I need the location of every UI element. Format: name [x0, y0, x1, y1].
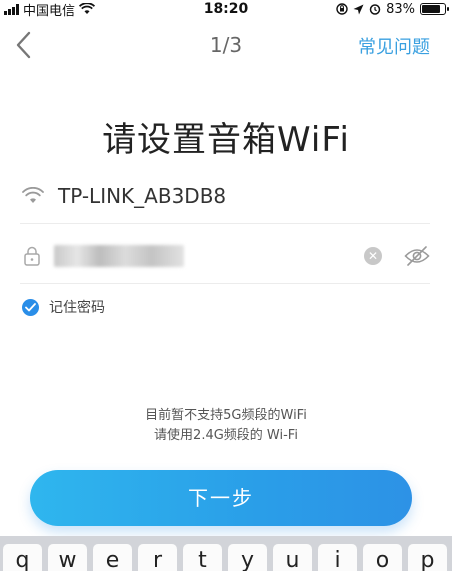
status-right: 83% — [336, 0, 449, 18]
faq-link[interactable]: 常见问题 — [358, 33, 430, 59]
password-redacted — [54, 245, 184, 267]
next-button[interactable]: 下一步 — [30, 470, 412, 526]
remember-password-toggle[interactable]: 记住密码 — [22, 296, 105, 318]
clear-icon[interactable]: ✕ — [364, 247, 382, 265]
wifi-icon — [22, 187, 44, 203]
key-u[interactable]: u — [273, 544, 312, 571]
key-p[interactable]: p — [408, 544, 447, 571]
key-r[interactable]: r — [138, 544, 177, 571]
battery-icon — [420, 3, 449, 15]
location-icon — [353, 4, 364, 14]
battery-percent: 83% — [386, 1, 415, 17]
page-title: 请设置音箱WiFi — [102, 120, 350, 160]
notice-line-2: 请使用2.4G频段的 Wi-Fi — [154, 428, 298, 443]
band-notice: 目前暂不支持5G频段的WiFi 请使用2.4G频段的 Wi-Fi — [0, 406, 452, 446]
alarm-icon — [369, 4, 381, 15]
lock-rotation-icon — [336, 3, 348, 15]
status-bar: 中国电信 18:20 83% — [0, 0, 452, 19]
key-i[interactable]: i — [318, 544, 357, 571]
notice-line-1: 目前暂不支持5G频段的WiFi — [145, 408, 307, 423]
key-q[interactable]: q — [3, 544, 42, 571]
password-row: ✕ — [20, 232, 430, 284]
keyboard-row: qwertyuiop — [3, 544, 447, 571]
keyboard: qwertyuiop — [0, 536, 452, 571]
checkbox-checked-icon — [22, 298, 39, 316]
ssid-value: TP-LINK_AB3DB8 — [58, 184, 227, 208]
key-o[interactable]: o — [363, 544, 402, 571]
ssid-row[interactable]: TP-LINK_AB3DB8 — [20, 174, 430, 224]
key-t[interactable]: t — [183, 544, 222, 571]
key-y[interactable]: y — [228, 544, 267, 571]
eye-off-icon[interactable] — [404, 245, 430, 267]
lock-icon — [24, 246, 40, 266]
remember-password-label: 记住密码 — [49, 300, 105, 316]
key-e[interactable]: e — [93, 544, 132, 571]
key-w[interactable]: w — [48, 544, 87, 571]
battery-level — [422, 5, 441, 13]
